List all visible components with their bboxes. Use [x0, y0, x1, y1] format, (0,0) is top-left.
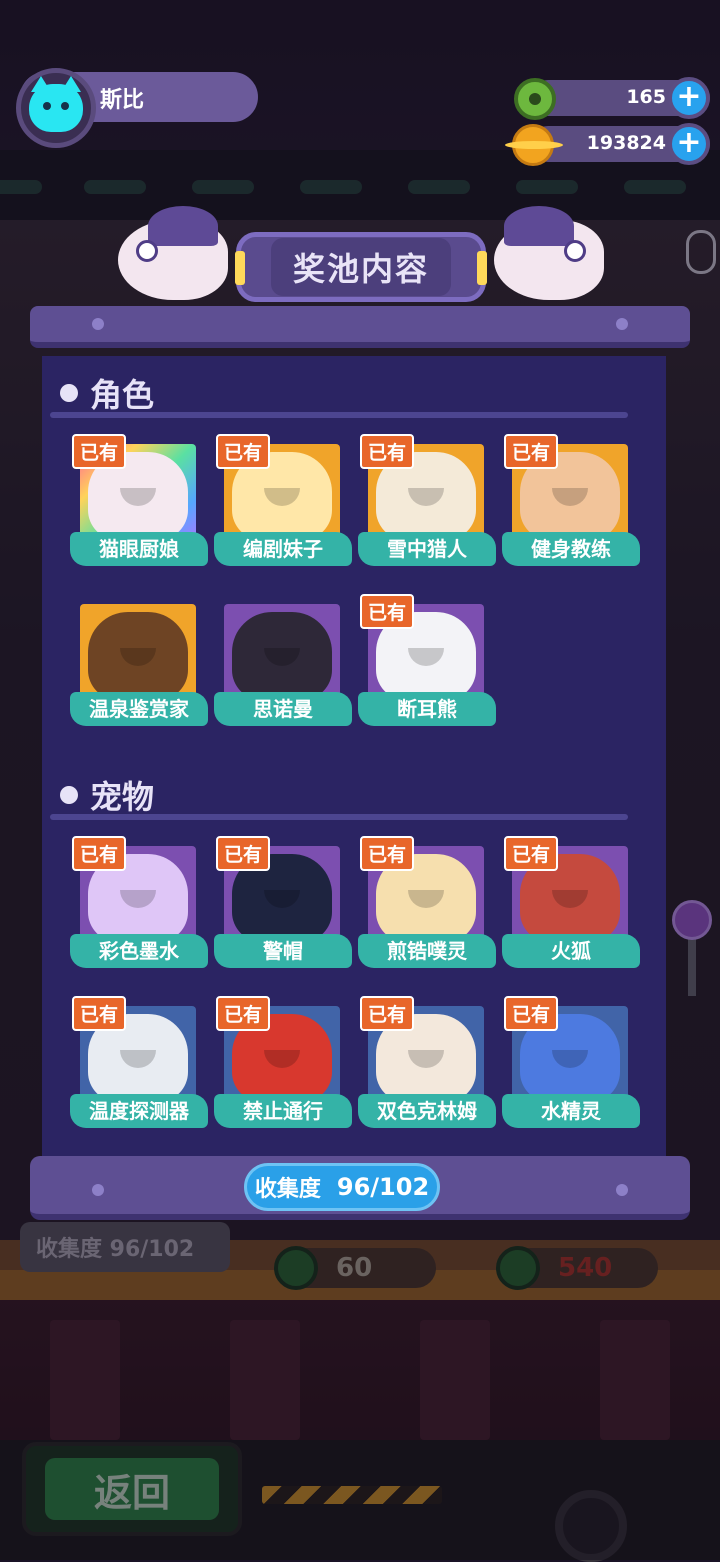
- item-portrait-icon: [88, 612, 188, 700]
- prize-item-card[interactable]: 已有 彩色墨水: [70, 836, 208, 978]
- owned-badge: 已有: [504, 996, 559, 1031]
- owned-badge: 已有: [216, 836, 271, 871]
- fish-decoration-right: [494, 206, 604, 300]
- item-name: 断耳熊: [358, 692, 496, 726]
- prize-item-card[interactable]: 已有 双色克林姆: [358, 996, 496, 1138]
- scroll-rod-top: [30, 306, 690, 348]
- planet-currency-value: 193824: [586, 132, 666, 154]
- donut-currency-value: 165: [626, 86, 666, 108]
- prize-item-card[interactable]: 已有 水精灵: [502, 996, 640, 1138]
- item-name: 温泉鉴赏家: [70, 692, 208, 726]
- prize-item-card[interactable]: 温泉鉴赏家: [70, 594, 208, 736]
- add-donut-button[interactable]: +: [668, 77, 710, 119]
- item-name: 禁止通行: [214, 1094, 352, 1128]
- player-avatar[interactable]: [16, 68, 96, 148]
- owned-badge: 已有: [360, 434, 415, 469]
- owned-badge: 已有: [504, 836, 559, 871]
- section-title: 宠物: [90, 778, 155, 816]
- prize-item-card[interactable]: 已有 猫眼厨娘: [70, 434, 208, 576]
- owned-badge: 已有: [360, 594, 415, 629]
- owned-badge: 已有: [216, 996, 271, 1031]
- modal-title-banner: 奖池内容: [235, 232, 487, 302]
- owned-badge: 已有: [72, 836, 127, 871]
- item-name: 煎锆噗灵: [358, 934, 496, 968]
- section-divider: [50, 814, 628, 820]
- bullet-dot: [60, 786, 78, 804]
- item-name: 警帽: [214, 934, 352, 968]
- prize-item-card[interactable]: 已有 禁止通行: [214, 996, 352, 1138]
- modal-title: 奖池内容: [270, 238, 451, 296]
- item-name: 温度探测器: [70, 1094, 208, 1128]
- prize-item-card[interactable]: 已有 健身教练: [502, 434, 640, 576]
- item-name: 彩色墨水: [70, 934, 208, 968]
- item-name: 双色克林姆: [358, 1094, 496, 1128]
- section-divider: [50, 412, 628, 418]
- collection-value: 96/102: [336, 1173, 430, 1201]
- prize-item-card[interactable]: 已有 火狐: [502, 836, 640, 978]
- prize-item-card[interactable]: 已有 温度探测器: [70, 996, 208, 1138]
- donut-currency-bar: 165 +: [530, 77, 710, 119]
- section-title: 角色: [90, 376, 155, 414]
- item-name: 思诺曼: [214, 692, 352, 726]
- add-planet-button[interactable]: +: [668, 123, 710, 165]
- collection-progress: 收集度 96/102: [244, 1163, 440, 1211]
- prize-pool-panel[interactable]: 角色 已有 猫眼厨娘 已有 编剧妹子 已有 雪中猎人 已有 健身教练 温泉鉴赏家 思诺曼 已有 断耳熊…: [42, 356, 666, 1164]
- prize-item-card[interactable]: 已有 编剧妹子: [214, 434, 352, 576]
- collection-label: 收集度: [254, 1177, 321, 1202]
- item-portrait-icon: [232, 612, 332, 700]
- item-name: 火狐: [502, 934, 640, 968]
- owned-badge: 已有: [72, 996, 127, 1031]
- cat-avatar-icon: [29, 76, 83, 132]
- item-name: 水精灵: [502, 1094, 640, 1128]
- item-name: 雪中猎人: [358, 532, 496, 566]
- donut-coin-icon: [514, 78, 556, 120]
- prize-item-card[interactable]: 思诺曼: [214, 594, 352, 736]
- prize-item-card[interactable]: 已有 断耳熊: [358, 594, 496, 736]
- bullet-dot: [60, 384, 78, 402]
- planet-coin-icon: [505, 124, 563, 166]
- item-name: 猫眼厨娘: [70, 532, 208, 566]
- section-header-characters: 角色: [60, 370, 154, 416]
- owned-badge: 已有: [360, 836, 415, 871]
- section-header-pets: 宠物: [60, 772, 154, 818]
- player-name: 斯比: [100, 88, 145, 113]
- owned-badge: 已有: [72, 434, 127, 469]
- prize-item-card[interactable]: 已有 雪中猎人: [358, 434, 496, 576]
- prize-item-card[interactable]: 已有 煎锆噗灵: [358, 836, 496, 978]
- prize-item-card[interactable]: 已有 警帽: [214, 836, 352, 978]
- owned-badge: 已有: [360, 996, 415, 1031]
- owned-badge: 已有: [216, 434, 271, 469]
- item-name: 健身教练: [502, 532, 640, 566]
- owned-badge: 已有: [504, 434, 559, 469]
- item-name: 编剧妹子: [214, 532, 352, 566]
- fish-decoration-left: [118, 206, 228, 300]
